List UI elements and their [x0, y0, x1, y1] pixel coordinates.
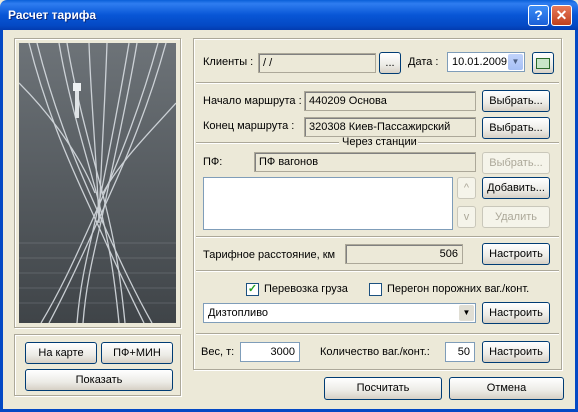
help-button[interactable]: ? [528, 5, 549, 26]
via-stations-list[interactable] [203, 177, 453, 230]
divider [196, 333, 559, 335]
route-end-label: Конец маршрута : [203, 120, 295, 132]
route-start-label: Начало маршрута : [203, 95, 302, 107]
distance-field: 506 [345, 244, 463, 264]
cargo-select[interactable]: Дизтопливо ▼ [203, 303, 476, 323]
distance-setup-button[interactable]: Настроить [482, 243, 550, 265]
weight-input[interactable]: 3000 [240, 342, 300, 362]
title-bar: Расчет тарифа ? ✕ [0, 0, 578, 30]
pf-label: ПФ: [203, 156, 223, 168]
move-down-button[interactable]: v [457, 206, 476, 228]
window-title: Расчет тарифа [8, 8, 97, 22]
pf-field: ПФ вагонов [254, 152, 476, 172]
clients-label: Клиенты : [203, 56, 254, 68]
route-start-field: 440209 Основа [304, 91, 476, 111]
delete-station-button[interactable]: Удалить [482, 206, 550, 228]
calendar-button[interactable] [532, 52, 554, 74]
transport-checkbox[interactable]: ✓ [246, 283, 259, 296]
wagon-count-label: Количество ваг./конт.: [320, 346, 430, 358]
empty-run-checkbox[interactable] [369, 283, 382, 296]
distance-label: Тарифное расстояние, км [203, 249, 336, 261]
chevron-down-icon[interactable]: ▼ [508, 54, 523, 70]
divider [196, 82, 559, 84]
empty-run-label: Перегон порожних ваг./конт. [387, 283, 530, 295]
route-start-select-button[interactable]: Выбрать... [482, 90, 550, 112]
date-picker[interactable]: 10.01.2009 ▼ [447, 52, 525, 72]
close-button[interactable]: ✕ [551, 5, 572, 26]
calculate-button[interactable]: Посчитать [324, 377, 442, 400]
clients-browse-button[interactable]: ... [379, 52, 401, 74]
cancel-button[interactable]: Отмена [449, 377, 564, 400]
photo-group [14, 38, 181, 328]
clients-field: / / [258, 53, 376, 73]
weight-label: Вес, т: [201, 346, 235, 358]
cargo-setup-button[interactable]: Настроить [482, 302, 550, 324]
add-station-button[interactable]: Добавить... [482, 177, 550, 199]
route-end-select-button[interactable]: Выбрать... [482, 117, 550, 139]
weight-setup-button[interactable]: Настроить [482, 341, 550, 363]
divider [196, 236, 559, 238]
transport-label: Перевозка груза [264, 283, 348, 295]
divider [418, 142, 559, 144]
route-end-field: 320308 Киев-Пассажирский [304, 117, 476, 137]
wagon-count-input[interactable]: 50 [445, 342, 475, 362]
move-up-button[interactable]: ^ [457, 177, 476, 199]
railway-photo [19, 43, 176, 323]
on-map-button[interactable]: На карте [25, 342, 97, 364]
cargo-value: Дизтопливо [208, 307, 269, 319]
divider [196, 270, 559, 272]
pf-select-button[interactable]: Выбрать... [482, 152, 550, 174]
pf-min-button[interactable]: ПФ+МИН [101, 342, 173, 364]
divider [196, 142, 339, 144]
show-button[interactable]: Показать [25, 369, 173, 391]
via-stations-label: Через станции [342, 136, 417, 148]
calendar-icon [536, 58, 550, 69]
date-label: Дата : [408, 56, 439, 68]
chevron-down-icon[interactable]: ▼ [459, 305, 474, 321]
date-value: 10.01.2009 [452, 56, 508, 68]
